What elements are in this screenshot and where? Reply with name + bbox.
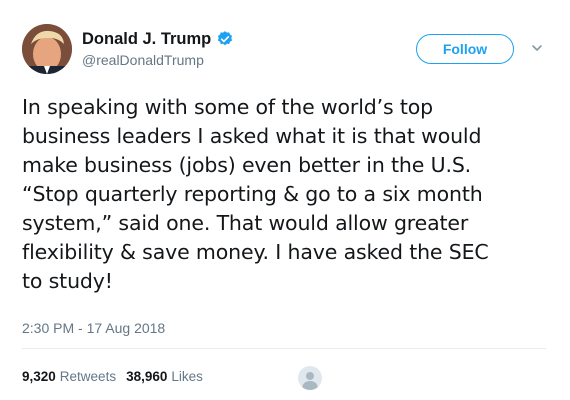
tweet-line: business leaders I asked what it is that… — [22, 124, 482, 148]
author-block: Donald J. Trump @realDonaldTrump — [82, 28, 234, 68]
verified-badge-icon — [216, 30, 234, 48]
retweets-count: 9,320 — [22, 369, 56, 384]
tweet-stats: 9,320 Retweets 38,960 Likes — [22, 369, 213, 384]
default-profile-icon — [302, 372, 318, 390]
avatar[interactable] — [22, 24, 72, 74]
likes-stat[interactable]: 38,960 Likes — [126, 369, 203, 384]
likes-label: Likes — [171, 369, 203, 384]
chevron-down-icon[interactable] — [530, 40, 544, 54]
retweets-label: Retweets — [59, 369, 117, 384]
divider — [22, 348, 546, 349]
follow-button[interactable]: Follow — [416, 34, 514, 64]
retweets-stat[interactable]: 9,320 Retweets — [22, 369, 116, 384]
tweet-line: flexibility & save money. I have asked t… — [22, 240, 489, 264]
tweet-line: to study! — [22, 269, 113, 293]
tweet-line: system,” said one. That would allow grea… — [22, 211, 469, 235]
likes-count: 38,960 — [126, 369, 168, 384]
tweet-timestamp[interactable]: 2:30 PM - 17 Aug 2018 — [22, 320, 165, 336]
liker-avatar[interactable] — [298, 366, 322, 390]
profile-photo — [22, 24, 72, 74]
tweet-line: In speaking with some of the world’s top — [22, 95, 434, 119]
tweet-text: In speaking with some of the world’s top… — [22, 93, 562, 296]
tweet-line: “Stop quarterly reporting & go to a six … — [22, 182, 483, 206]
tweet-line: make business (jobs) even better in the … — [22, 153, 472, 177]
author-handle[interactable]: @realDonaldTrump — [82, 52, 234, 68]
author-name[interactable]: Donald J. Trump — [82, 30, 211, 49]
